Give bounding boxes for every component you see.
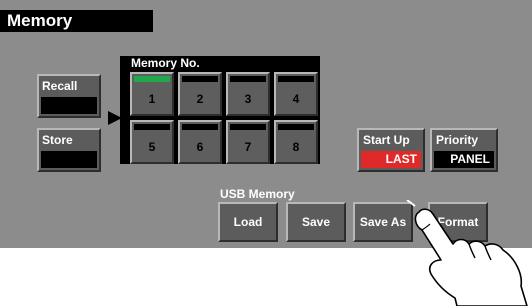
store-display: [41, 151, 97, 168]
usb-save-button[interactable]: Save: [286, 202, 346, 242]
memory-slot-number: 5: [148, 140, 156, 154]
memory-slot-indicator: [182, 76, 218, 82]
memory-slot-number: 7: [244, 140, 252, 154]
memory-slot-indicator: [134, 124, 170, 130]
memory-slot-indicator: [182, 124, 218, 130]
store-button[interactable]: Store: [37, 128, 101, 172]
memory-number-header: Memory No.: [131, 56, 200, 70]
memory-slot-number: 8: [292, 140, 300, 154]
usb-load-button[interactable]: Load: [218, 202, 278, 242]
memory-slot-number: 4: [292, 92, 300, 106]
memory-slot-6[interactable]: 6: [178, 120, 222, 164]
memory-slot-5[interactable]: 5: [130, 120, 174, 164]
store-label: Store: [42, 133, 73, 147]
startup-label: Start Up: [363, 133, 410, 147]
usb-save-as-button[interactable]: Save As: [353, 202, 413, 242]
memory-slot-3[interactable]: 3: [226, 72, 270, 116]
memory-slot-indicator: [134, 76, 170, 82]
memory-slot-indicator: [230, 76, 266, 82]
memory-slot-indicator: [278, 124, 314, 130]
priority-value: PANEL: [434, 151, 494, 168]
memory-slot-number: 6: [196, 140, 204, 154]
priority-button[interactable]: Priority PANEL: [430, 128, 498, 172]
recall-label: Recall: [42, 79, 78, 93]
recall-display: [41, 97, 97, 114]
memory-slot-indicator: [230, 124, 266, 130]
pointing-hand-icon: [406, 200, 528, 306]
usb-memory-title: USB Memory: [220, 187, 295, 201]
memory-slot-indicator: [278, 76, 314, 82]
memory-slot-2[interactable]: 2: [178, 72, 222, 116]
startup-button[interactable]: Start Up LAST: [357, 128, 425, 172]
window-title: Memory: [0, 10, 153, 32]
memory-slot-number: 2: [196, 92, 204, 106]
memory-slot-8[interactable]: 8: [274, 120, 318, 164]
memory-slot-1[interactable]: 1: [130, 72, 174, 116]
recall-button[interactable]: Recall: [37, 74, 101, 118]
priority-label: Priority: [436, 133, 479, 147]
memory-slot-number: 1: [148, 92, 156, 106]
memory-slot-4[interactable]: 4: [274, 72, 318, 116]
memory-slot-7[interactable]: 7: [226, 120, 270, 164]
memory-number-grid: Memory No. 1 2 3 4 5 6 7 8: [120, 56, 320, 164]
startup-value: LAST: [361, 151, 421, 168]
memory-slot-number: 3: [244, 92, 252, 106]
